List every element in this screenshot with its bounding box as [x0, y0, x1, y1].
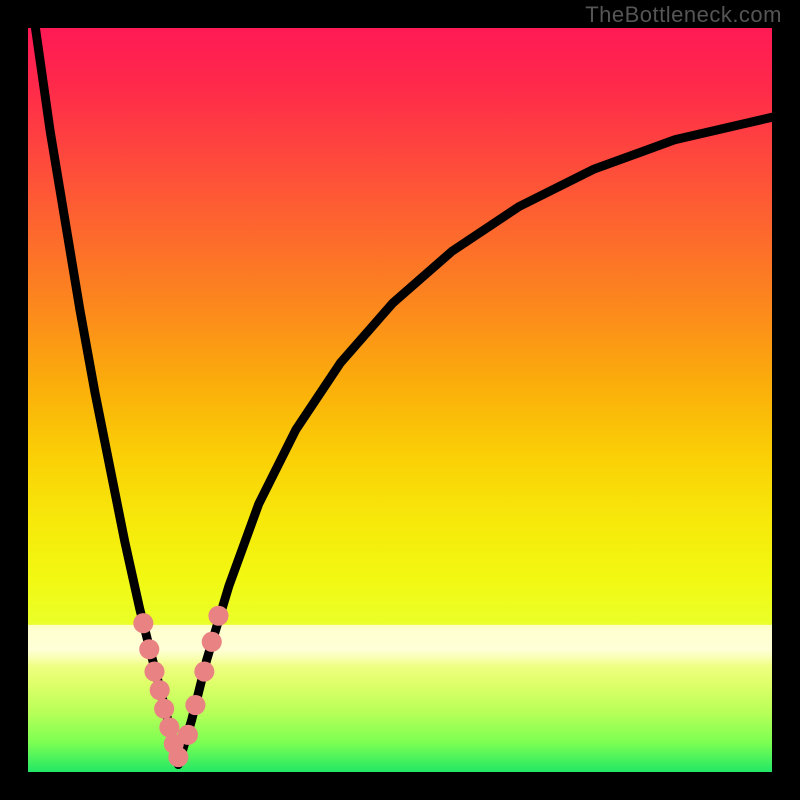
marker-point: [185, 695, 205, 715]
marker-point: [202, 632, 222, 652]
marker-point: [208, 606, 228, 626]
marker-point: [150, 680, 170, 700]
plot-area: [28, 28, 772, 772]
curve-right-branch: [178, 117, 772, 764]
watermark-text: TheBottleneck.com: [585, 2, 782, 28]
marker-point: [194, 662, 214, 682]
marker-point: [178, 725, 198, 745]
marker-point: [154, 699, 174, 719]
marker-point: [144, 662, 164, 682]
marker-point: [133, 613, 153, 633]
marker-point: [139, 639, 159, 659]
chart-svg: [28, 28, 772, 772]
chart-frame: TheBottleneck.com: [0, 0, 800, 800]
marker-point: [168, 747, 188, 767]
